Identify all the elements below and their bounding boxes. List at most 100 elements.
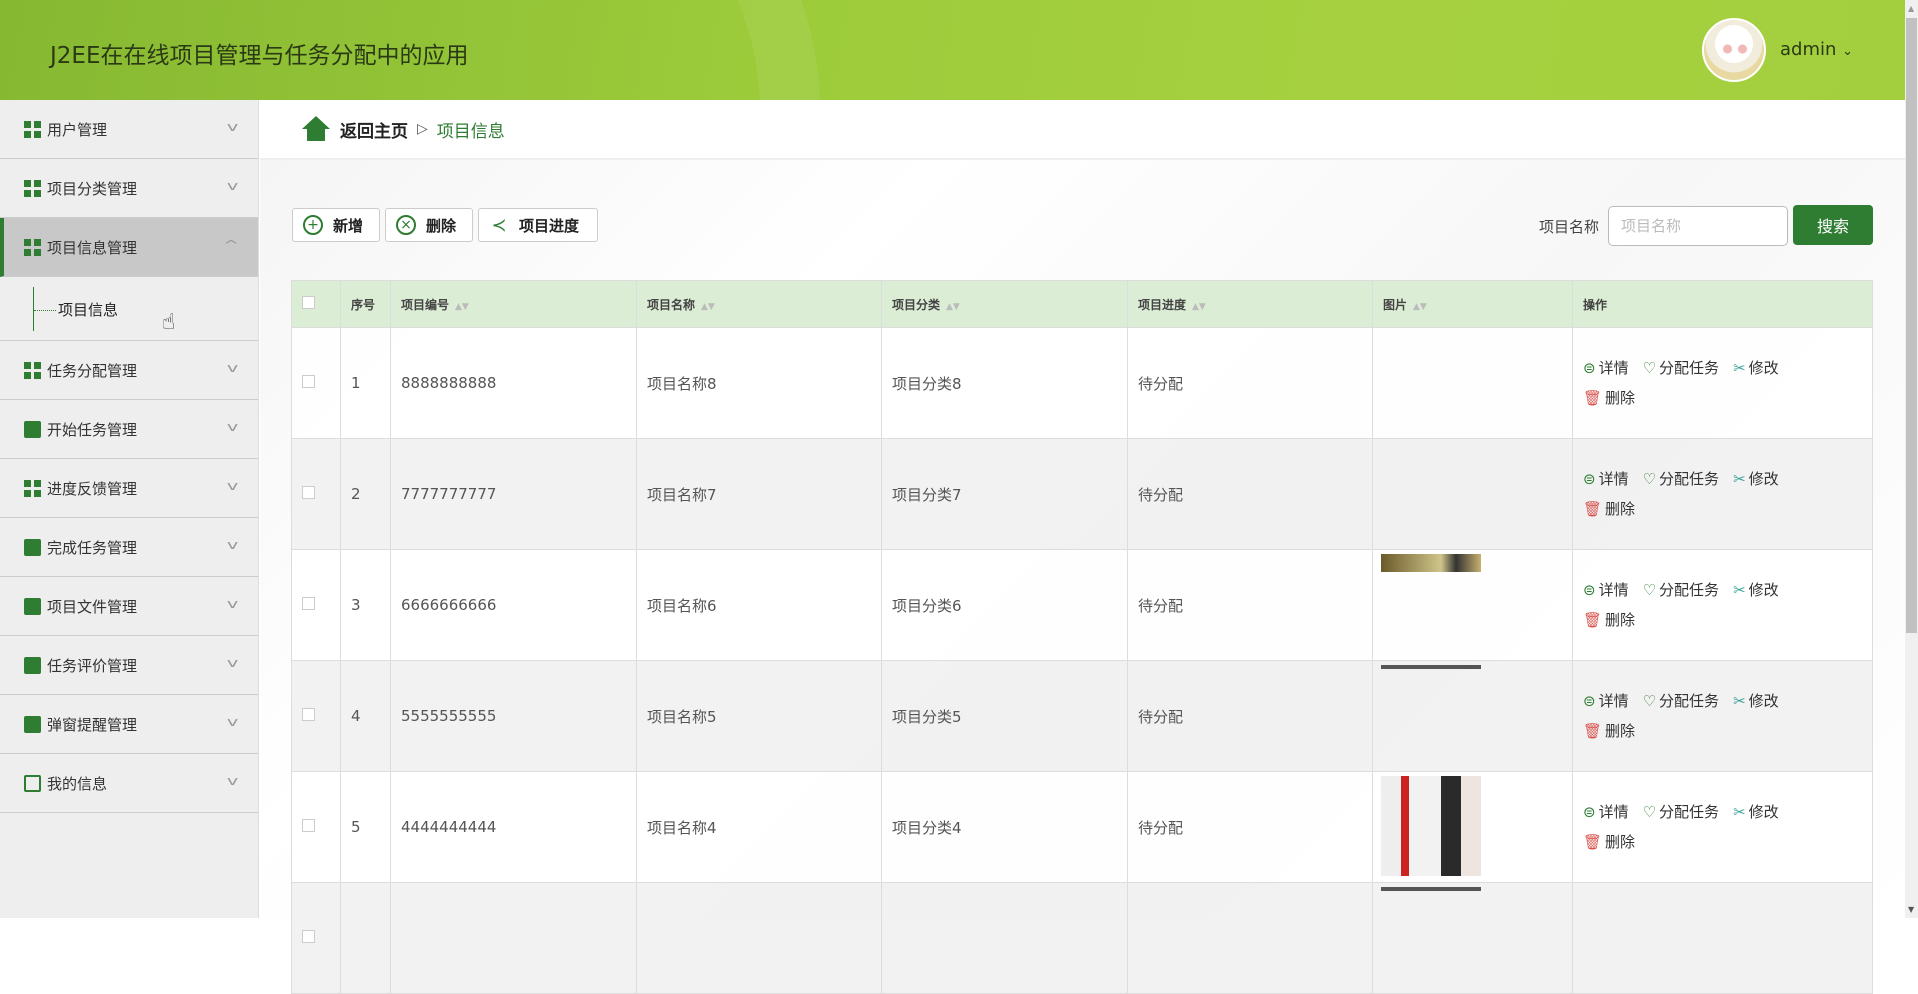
menu-icon — [24, 538, 41, 556]
action-assign[interactable]: ♡ 分配任务 — [1643, 797, 1719, 827]
action-delete[interactable]: 🗑 删除 — [1583, 716, 1635, 746]
sort-icon[interactable]: ▲▼ — [1192, 302, 1206, 312]
heart-icon: ♡ — [1642, 692, 1657, 710]
cell-actions — [1572, 882, 1873, 994]
table-row: 5 4444444444 项目名称4 项目分类4 待分配 ⊜ 详情 ♡ 分配任务 ✂ 修改 🗑 删除 — [291, 771, 1873, 883]
sidebar-item-7[interactable]: 项目文件管理 v — [0, 577, 258, 636]
action-detail[interactable]: ⊜ 详情 — [1583, 686, 1629, 716]
sidebar-item-8[interactable]: 任务评价管理 v — [0, 636, 258, 695]
sidebar-item-label: 我的信息 — [47, 774, 108, 793]
sidebar-item-1[interactable]: 项目分类管理 v — [0, 159, 258, 218]
search-input[interactable] — [1608, 206, 1788, 246]
delete-button[interactable]: × 删除 — [385, 208, 473, 242]
chevron-up-icon: ^ — [222, 238, 240, 252]
home-icon[interactable] — [302, 116, 330, 142]
row-checkbox[interactable] — [302, 930, 315, 943]
sort-icon[interactable]: ▲▼ — [1413, 302, 1427, 312]
edit-label: 修改 — [1748, 581, 1779, 599]
scrollbar-thumb[interactable] — [1906, 18, 1917, 633]
project-image[interactable] — [1381, 776, 1481, 876]
sidebar-item-9[interactable]: 弹窗提醒管理 v — [0, 695, 258, 754]
row-checkbox[interactable] — [302, 819, 315, 832]
delete-label: 删除 — [1605, 500, 1636, 518]
sidebar-item-5[interactable]: 进度反馈管理 v — [0, 459, 258, 518]
row-checkbox[interactable] — [302, 375, 315, 388]
delete-label: 删除 — [1605, 611, 1636, 629]
cell-no — [340, 882, 391, 994]
sidebar-item-10[interactable]: 我的信息 v — [0, 754, 258, 813]
select-all-checkbox[interactable] — [302, 296, 315, 309]
action-detail[interactable]: ⊜ 详情 — [1583, 353, 1629, 383]
cell-actions: ⊜ 详情 ♡ 分配任务 ✂ 修改 🗑 删除 — [1572, 327, 1873, 439]
project-progress-button[interactable]: ≺ 项目进度 — [478, 208, 598, 242]
scroll-up-icon[interactable]: ▲ — [1908, 4, 1914, 13]
chevron-down-icon: v — [226, 479, 239, 493]
action-edit[interactable]: ✂ 修改 — [1733, 797, 1779, 827]
action-delete[interactable]: 🗑 删除 — [1583, 827, 1635, 857]
cell-name: 项目名称5 — [636, 660, 882, 772]
sidebar-item-2[interactable]: 项目信息管理 ^ — [0, 218, 258, 277]
action-delete[interactable]: 🗑 删除 — [1583, 605, 1635, 635]
search-button[interactable]: 搜索 — [1793, 205, 1873, 245]
heart-icon: ♡ — [1642, 359, 1657, 377]
cell-image — [1372, 660, 1573, 772]
subitem-label: 项目信息 — [58, 301, 119, 319]
sidebar-item-label: 开始任务管理 — [47, 420, 138, 439]
sidebar-item-6[interactable]: 完成任务管理 v — [0, 518, 258, 577]
action-assign[interactable]: ♡ 分配任务 — [1643, 686, 1719, 716]
sort-icon[interactable]: ▲▼ — [455, 302, 469, 312]
project-image[interactable] — [1381, 665, 1481, 669]
header-label: 项目分类 — [892, 297, 941, 312]
cell-code: 4444444444 — [390, 771, 637, 883]
trash-icon: 🗑 — [1583, 722, 1603, 740]
action-edit[interactable]: ✂ 修改 — [1733, 464, 1779, 494]
row-checkbox[interactable] — [302, 597, 315, 610]
delete-label: 删除 — [1605, 389, 1636, 407]
avatar[interactable] — [1702, 18, 1766, 82]
action-edit[interactable]: ✂ 修改 — [1733, 575, 1779, 605]
scroll-down-icon[interactable]: ▼ — [1908, 905, 1914, 914]
sidebar-item-3[interactable]: 任务分配管理 v — [0, 341, 258, 400]
action-detail[interactable]: ⊜ 详情 — [1583, 464, 1629, 494]
scrollbar[interactable]: ▲ ▼ — [1905, 0, 1918, 918]
action-assign[interactable]: ♡ 分配任务 — [1643, 575, 1719, 605]
user-menu[interactable]: admin ⌄ — [1780, 39, 1853, 60]
sidebar-item-label: 项目文件管理 — [47, 597, 138, 616]
cell-actions: ⊜ 详情 ♡ 分配任务 ✂ 修改 🗑 删除 — [1572, 660, 1873, 772]
action-detail[interactable]: ⊜ 详情 — [1583, 575, 1629, 605]
cell-image — [1372, 438, 1573, 550]
action-edit[interactable]: ✂ 修改 — [1733, 686, 1779, 716]
add-button[interactable]: + 新增 — [292, 208, 380, 242]
cell-code — [390, 882, 637, 994]
sort-icon[interactable]: ▲▼ — [946, 302, 960, 312]
cell-no: 1 — [340, 327, 391, 439]
cell-progress — [1127, 882, 1373, 994]
sidebar-item-0[interactable]: 用户管理 v — [0, 100, 258, 159]
menu-icon — [24, 656, 41, 674]
menu-icon — [24, 479, 41, 497]
project-image[interactable] — [1381, 554, 1481, 572]
cell-category: 项目分类6 — [881, 549, 1128, 661]
menu-icon — [24, 179, 41, 197]
sidebar-subitem-project-info[interactable]: 项目信息 — [0, 277, 258, 341]
top-header: J2EE在在线项目管理与任务分配中的应用 admin ⌄ — [0, 0, 1905, 100]
sort-icon[interactable]: ▲▼ — [701, 302, 715, 312]
project-image[interactable] — [1381, 887, 1481, 891]
detail-label: 详情 — [1598, 692, 1629, 710]
row-checkbox[interactable] — [302, 708, 315, 721]
cell-category: 项目分类8 — [881, 327, 1128, 439]
x-circle-icon: × — [396, 215, 416, 235]
sidebar-item-4[interactable]: 开始任务管理 v — [0, 400, 258, 459]
action-assign[interactable]: ♡ 分配任务 — [1643, 353, 1719, 383]
action-detail[interactable]: ⊜ 详情 — [1583, 797, 1629, 827]
sidebar-item-label: 用户管理 — [47, 120, 108, 139]
action-assign[interactable]: ♡ 分配任务 — [1643, 464, 1719, 494]
breadcrumb-home[interactable]: 返回主页 — [340, 117, 408, 142]
action-edit[interactable]: ✂ 修改 — [1733, 353, 1779, 383]
detail-search-icon: ⊜ — [1583, 803, 1596, 821]
header-label: 项目进度 — [1138, 297, 1187, 312]
row-checkbox[interactable] — [302, 486, 315, 499]
project-table: 序号 项目编号 ▲▼ 项目名称 ▲▼ 项目分类 ▲▼ 项目进度 ▲▼ 图片 ▲▼ 操作 1 888888… — [291, 280, 1873, 994]
action-delete[interactable]: 🗑 删除 — [1583, 383, 1635, 413]
action-delete[interactable]: 🗑 删除 — [1583, 494, 1635, 524]
